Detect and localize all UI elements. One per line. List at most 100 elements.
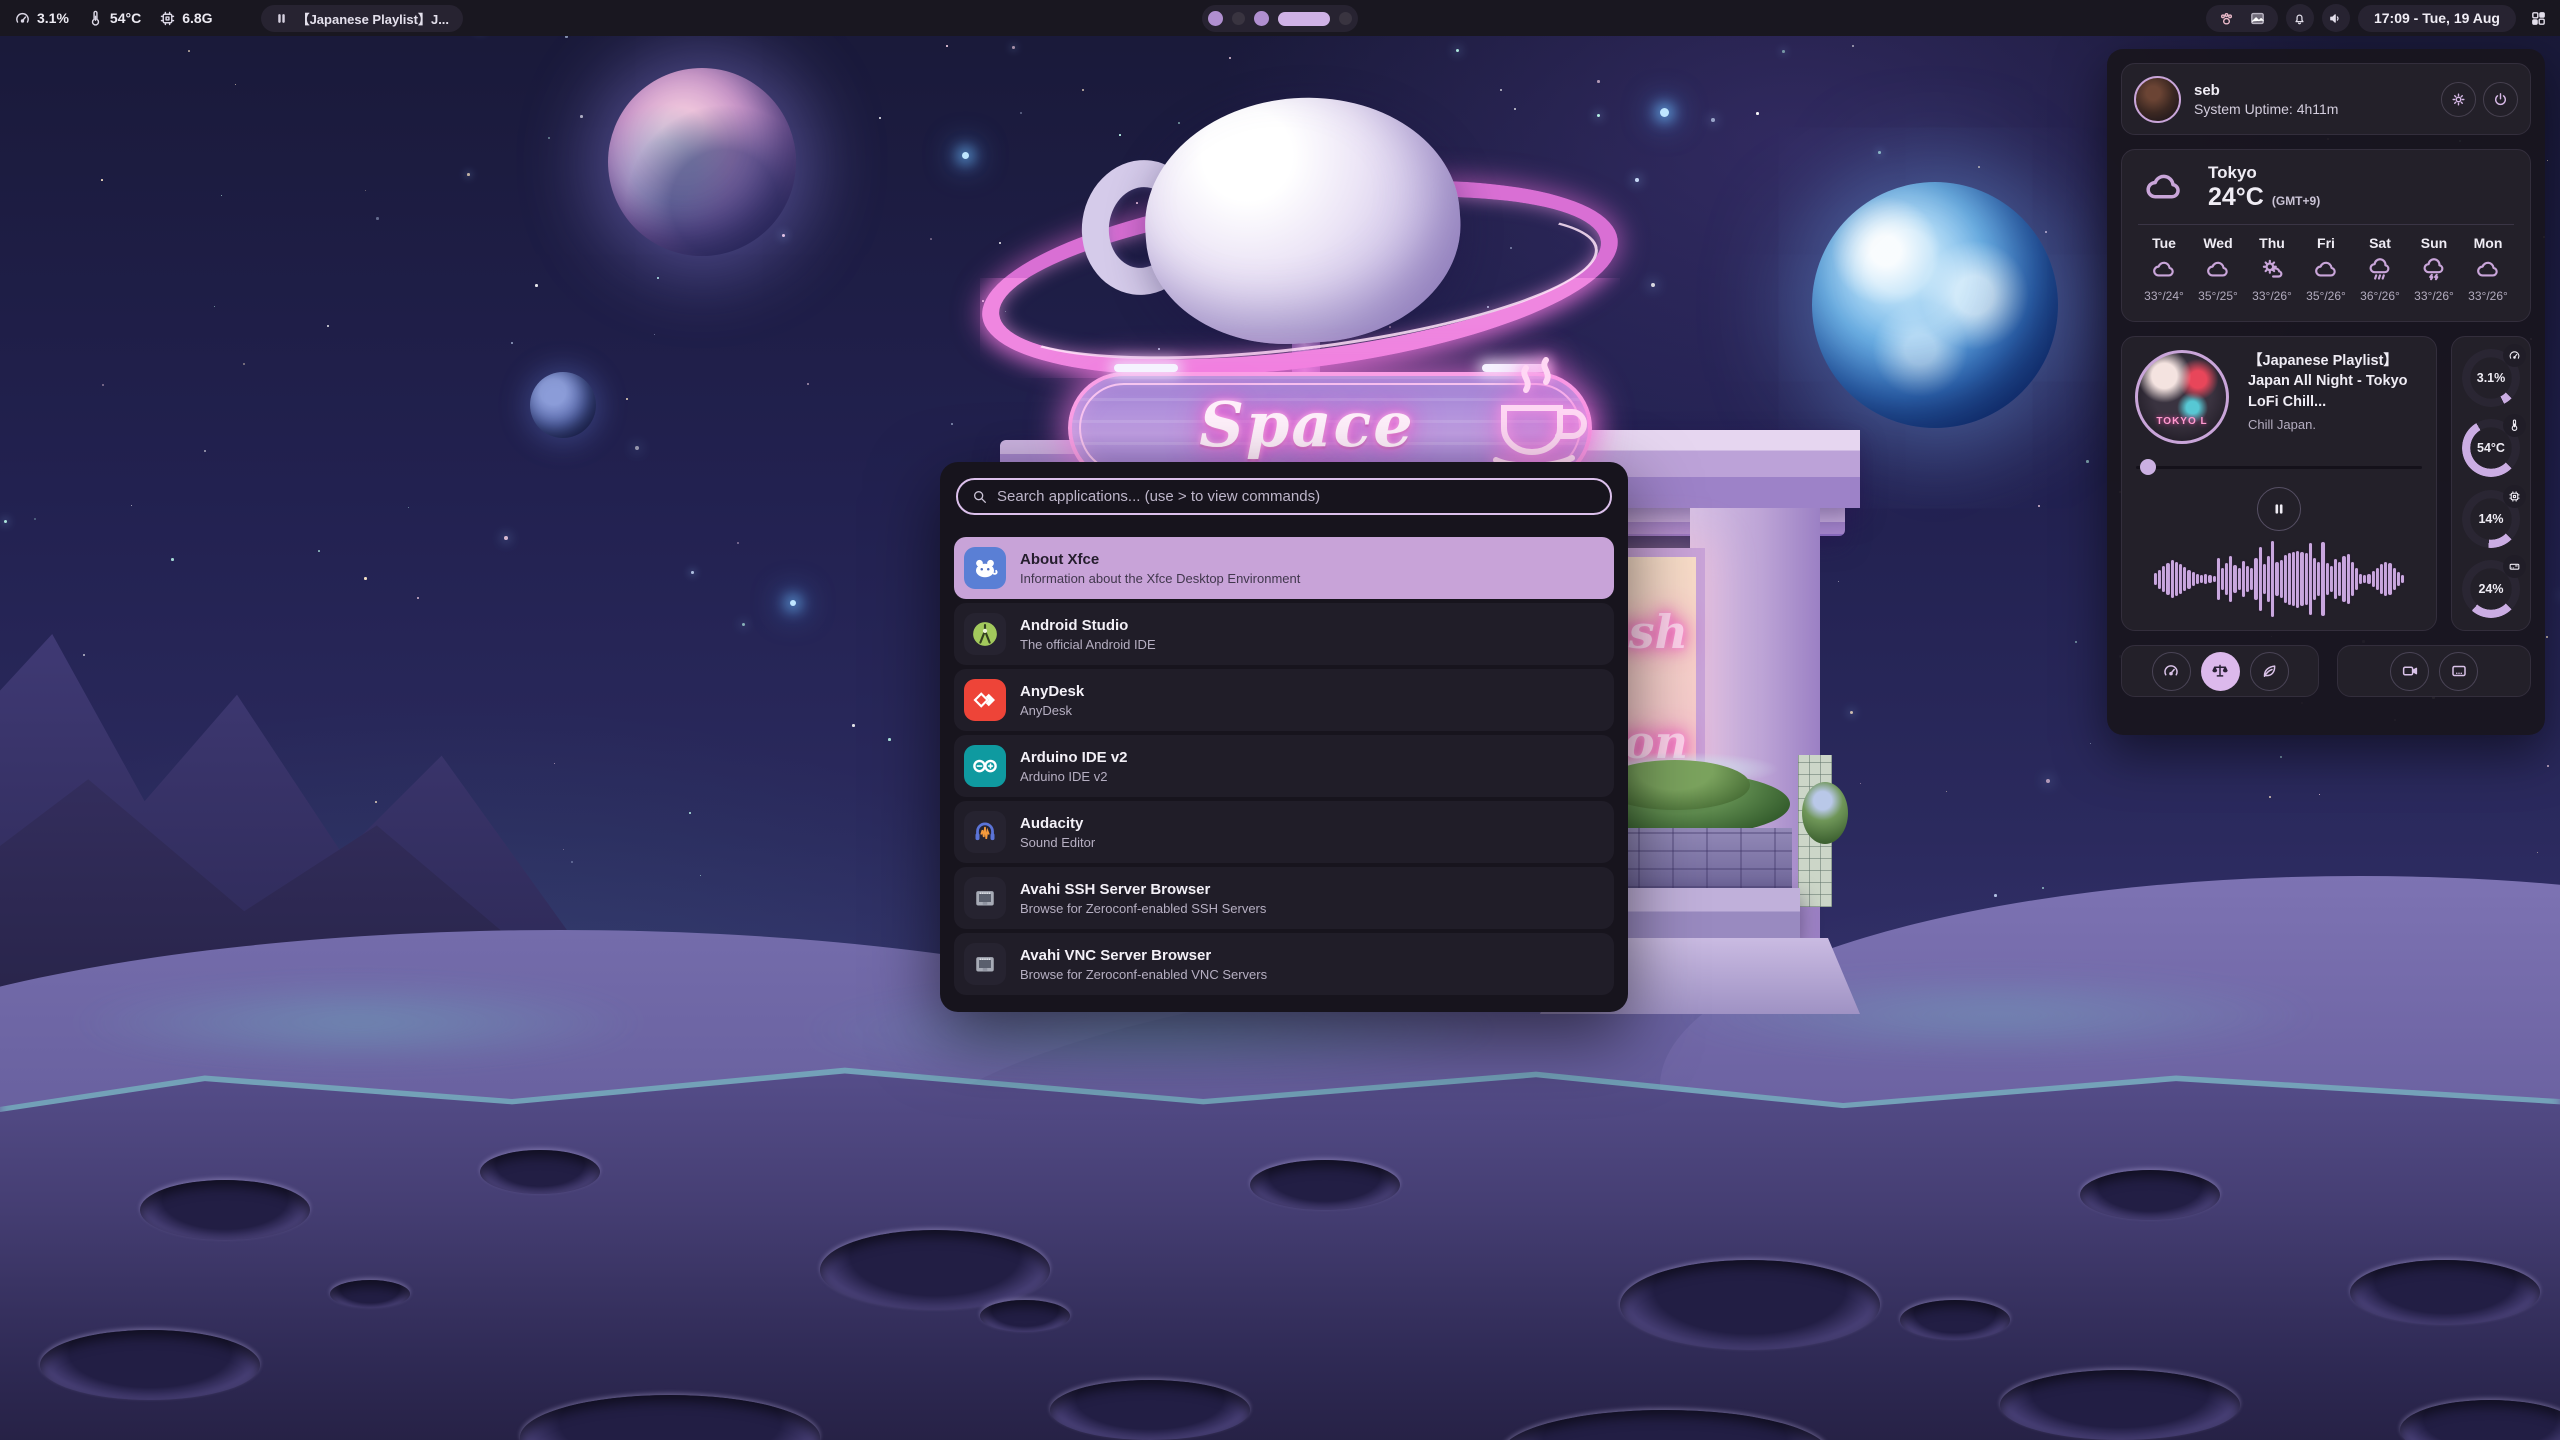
neon-cup-icon <box>1476 348 1596 478</box>
pause-icon <box>275 12 288 25</box>
forecast-day: Tue 33°/24° <box>2138 235 2190 303</box>
stat-icon <box>87 10 104 27</box>
app-description: AnyDesk <box>1020 703 1084 719</box>
forecast-day-name: Wed <box>2203 235 2232 251</box>
app-list-item[interactable]: About Xfce Information about the Xfce De… <box>954 537 1614 599</box>
power-profile-button[interactable] <box>2250 652 2289 691</box>
workspace-dot[interactable] <box>1208 11 1223 26</box>
system-gauge: 3.1% <box>2462 349 2520 407</box>
forecast-day: Thu 33°/26° <box>2246 235 2298 303</box>
power-profiles-card <box>2121 645 2319 697</box>
search-icon <box>972 489 988 505</box>
seek-slider[interactable] <box>2136 459 2422 475</box>
system-tray[interactable] <box>2206 5 2278 32</box>
forecast-day: Sun 33°/26° <box>2408 235 2460 303</box>
media-player-card: TOKYO L 【Japanese Playlist】 Japan All Ni… <box>2121 336 2437 631</box>
workspace-dot[interactable] <box>1232 12 1245 25</box>
app-list-item[interactable]: Audacity Sound Editor <box>954 801 1614 863</box>
forecast-day-name: Tue <box>2152 235 2176 251</box>
stat-item: 6.8G <box>159 10 212 27</box>
dashboard-button[interactable] <box>2524 4 2552 32</box>
purple-planet <box>608 68 796 256</box>
track-artist: Chill Japan. <box>2248 417 2422 432</box>
workspace-dot[interactable] <box>1339 12 1352 25</box>
settings-button[interactable] <box>2441 82 2476 117</box>
workspace-dot[interactable] <box>1254 11 1269 26</box>
weather-condition-icon <box>2136 167 2192 209</box>
power-profile-icon <box>2260 662 2278 680</box>
forecast-day-temps: 33°/24° <box>2144 289 2184 303</box>
app-list-item[interactable]: Avahi VNC Server Browser Browse for Zero… <box>954 933 1614 995</box>
weather-timezone: (GMT+9) <box>2272 194 2320 208</box>
audio-waveform <box>2134 539 2424 619</box>
weather-city: Tokyo <box>2208 164 2320 183</box>
forecast-day-temps: 33°/26° <box>2468 289 2508 303</box>
small-moon-planet <box>530 372 596 438</box>
play-pause-button[interactable] <box>2257 487 2301 531</box>
power-profile-icon <box>2162 662 2180 680</box>
media-pill[interactable]: 【Japanese Playlist】J... <box>261 5 463 32</box>
paw-tray-icon[interactable] <box>2218 10 2235 27</box>
app-description: Browse for Zeroconf-enabled SSH Servers <box>1020 901 1266 917</box>
app-list-item[interactable]: Arduino IDE v2 Arduino IDE v2 <box>954 735 1614 797</box>
desktop: esh oon ans Space Coffee <box>0 0 2560 1440</box>
app-list-item[interactable]: Android Studio The official Android IDE <box>954 603 1614 665</box>
forecast-day-temps: 35°/25° <box>2198 289 2238 303</box>
power-button[interactable] <box>2483 82 2518 117</box>
capture-button[interactable] <box>2390 652 2429 691</box>
power-profile-button[interactable] <box>2201 652 2240 691</box>
stat-value: 3.1% <box>37 10 69 26</box>
app-name: About Xfce <box>1020 549 1300 571</box>
forecast-day-temps: 33°/26° <box>2252 289 2292 303</box>
workspace-switcher[interactable] <box>1202 5 1358 32</box>
pause-icon <box>2272 502 2286 516</box>
power-profile-button[interactable] <box>2152 652 2191 691</box>
forecast-day-temps: 35°/26° <box>2306 289 2346 303</box>
stat-value: 6.8G <box>182 10 212 26</box>
power-icon <box>2492 91 2509 108</box>
system-stats: 3.1% 54°C 6.8G <box>14 10 213 27</box>
stat-icon <box>159 10 176 27</box>
system-gauge: 54°C <box>2462 419 2520 477</box>
gauge-icon <box>2503 414 2526 437</box>
stat-item: 54°C <box>87 10 141 27</box>
user-name: seb <box>2194 82 2338 99</box>
system-gauges-card: 3.1% 54°C 14% 24% <box>2451 336 2531 631</box>
system-gauge: 14% <box>2462 490 2520 548</box>
seek-thumb[interactable] <box>2140 459 2156 475</box>
app-list-item[interactable]: AnyDesk AnyDesk <box>954 669 1614 731</box>
clock[interactable]: 17:09 - Tue, 19 Aug <box>2358 5 2516 32</box>
workspace-dot[interactable] <box>1278 12 1330 26</box>
volume-button[interactable] <box>2322 4 2350 32</box>
avatar <box>2134 76 2181 123</box>
forecast-day-name: Sat <box>2369 235 2391 251</box>
app-icon <box>964 877 1006 919</box>
forecast-day: Mon 33°/26° <box>2462 235 2514 303</box>
forecast-day-name: Thu <box>2259 235 2285 251</box>
app-description: Arduino IDE v2 <box>1020 769 1128 785</box>
capture-button[interactable] <box>2439 652 2478 691</box>
forecast-day-icon <box>2367 257 2393 283</box>
app-description: The official Android IDE <box>1020 637 1156 653</box>
track-title: 【Japanese Playlist】 Japan All Night - To… <box>2248 351 2422 413</box>
forecast-day-name: Mon <box>2474 235 2503 251</box>
notifications-button[interactable] <box>2286 4 2314 32</box>
forecast-day-temps: 36°/26° <box>2360 289 2400 303</box>
forecast-day-name: Sun <box>2421 235 2447 251</box>
stat-item: 3.1% <box>14 10 69 27</box>
app-launcher: About Xfce Information about the Xfce De… <box>940 462 1628 1012</box>
stat-value: 54°C <box>110 10 141 26</box>
app-icon <box>964 547 1006 589</box>
gauge-icon <box>2503 485 2526 508</box>
system-uptime: System Uptime: 4h11m <box>2194 101 2338 117</box>
search-bar[interactable] <box>956 478 1612 515</box>
image-tray-icon[interactable] <box>2249 10 2266 27</box>
app-name: Android Studio <box>1020 615 1156 637</box>
search-input[interactable] <box>997 488 1596 505</box>
app-icon <box>964 613 1006 655</box>
forecast-day-icon <box>2151 257 2177 283</box>
app-name: Audacity <box>1020 813 1095 835</box>
app-icon <box>964 679 1006 721</box>
gear-icon <box>2450 91 2467 108</box>
app-list-item[interactable]: Avahi SSH Server Browser Browse for Zero… <box>954 867 1614 929</box>
